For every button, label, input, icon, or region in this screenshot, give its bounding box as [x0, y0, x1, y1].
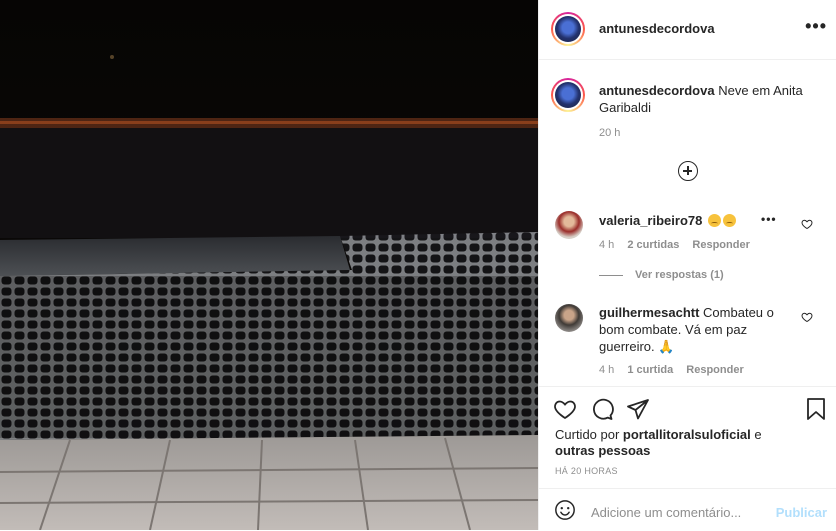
replies-divider — [599, 275, 623, 276]
comment-time: 4 h — [599, 239, 615, 251]
caption-username[interactable]: antunesdecordova — [599, 83, 715, 98]
add-comment-bar: Adicione um comentário... Publicar — [539, 488, 836, 530]
reply-button[interactable]: Responder — [692, 239, 749, 251]
view-replies-button[interactable]: Ver respostas (1) — [635, 269, 724, 281]
post-caption: antunesdecordova Neve em Anita Garibaldi — [599, 82, 827, 116]
comment-likes[interactable]: 2 curtidas — [627, 239, 679, 251]
reply-button[interactable]: Responder — [686, 364, 743, 376]
comment-username[interactable]: guilhermesachtt — [599, 305, 699, 320]
likes-summary: Curtido por portallitoralsuloficial e ou… — [555, 427, 825, 459]
likes-user[interactable]: portallitoralsuloficial — [623, 427, 751, 442]
comment-input[interactable]: Adicione um comentário... — [591, 505, 741, 520]
comment-avatar[interactable] — [555, 211, 583, 239]
comment-likes[interactable]: 1 curtida — [627, 364, 673, 376]
publish-button[interactable]: Publicar — [776, 505, 827, 520]
emoji-icon[interactable] — [554, 499, 576, 521]
more-icon[interactable]: ••• — [805, 16, 827, 37]
post-side-panel: antunesdecordova ••• antunesdecordova Ne… — [538, 0, 836, 530]
post-photo-image — [0, 0, 538, 530]
comment-2: guilhermesachtt Combateu o bom combate. … — [599, 304, 775, 355]
comment-like-heart-icon[interactable] — [801, 218, 813, 230]
save-icon[interactable] — [805, 397, 827, 421]
share-icon[interactable] — [626, 397, 650, 421]
comment-1: valeria_ribeiro78 — [599, 212, 775, 229]
comment-avatar[interactable] — [555, 304, 583, 332]
sad-emoji-icon — [707, 214, 721, 227]
likes-prefix: Curtido por — [555, 427, 623, 442]
comment-time: 4 h — [599, 364, 615, 376]
author-avatar[interactable] — [551, 12, 585, 46]
comment-like-heart-icon[interactable] — [801, 311, 813, 323]
add-icon[interactable] — [678, 161, 698, 181]
post-header: antunesdecordova ••• — [539, 0, 836, 60]
likes-others[interactable]: outras pessoas — [555, 443, 650, 458]
comment-icon[interactable] — [590, 397, 614, 421]
comment-2-meta: 4 h 1 curtida Responder — [599, 364, 754, 376]
author-username[interactable]: antunesdecordova — [599, 21, 715, 36]
comment-username[interactable]: valeria_ribeiro78 — [599, 213, 702, 228]
caption-time: 20 h — [599, 127, 621, 139]
post-timestamp[interactable]: HÁ 20 HORAS — [555, 466, 618, 476]
comment-options-icon[interactable]: ••• — [761, 212, 777, 226]
heart-icon[interactable] — [553, 397, 577, 421]
caption-avatar[interactable] — [551, 78, 585, 112]
post-photo[interactable] — [0, 0, 538, 530]
sad-emoji-icon — [722, 214, 736, 227]
comment-1-meta: 4 h 2 curtidas Responder — [599, 239, 760, 251]
likes-suffix: e — [750, 427, 762, 442]
